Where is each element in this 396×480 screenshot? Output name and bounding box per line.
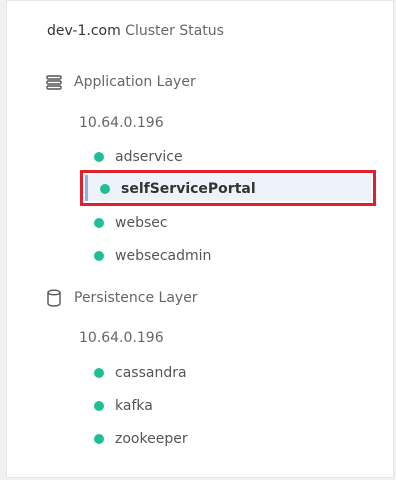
service-item-websec[interactable]: websec [94, 213, 168, 233]
layer-label: Persistence Layer [74, 290, 198, 306]
status-dot [94, 401, 104, 411]
service-name: adservice [115, 149, 183, 165]
host-ip: 10.64.0.196 [79, 330, 164, 346]
status-dot [94, 152, 104, 162]
service-name: cassandra [115, 365, 187, 381]
stack-icon [45, 73, 63, 91]
service-item-kafka[interactable]: kafka [94, 396, 153, 416]
host-ip: 10.64.0.196 [79, 115, 164, 131]
layer-persistence[interactable]: Persistence Layer [45, 288, 198, 308]
status-dot [94, 251, 104, 261]
service-item-zookeeper[interactable]: zookeeper [94, 429, 188, 449]
service-name: selfServicePortal [121, 181, 256, 197]
service-item-selfserviceportal[interactable]: selfServicePortal [100, 179, 256, 199]
service-item-websecadmin[interactable]: websecadmin [94, 246, 211, 266]
status-dot [100, 184, 110, 194]
service-name: websecadmin [115, 248, 212, 264]
cluster-header: dev-1.com Cluster Status [47, 23, 224, 39]
selected-service-highlight[interactable]: selfServicePortal [80, 170, 376, 206]
database-icon [45, 289, 63, 307]
status-dot [94, 434, 104, 444]
layer-application[interactable]: Application Layer [45, 72, 196, 92]
service-item-adservice[interactable]: adservice [94, 147, 183, 167]
layer-label: Application Layer [74, 74, 196, 90]
status-dot [94, 218, 104, 228]
service-item-cassandra[interactable]: cassandra [94, 363, 187, 383]
cluster-host: dev-1.com [47, 23, 121, 39]
service-name: websec [115, 215, 168, 231]
cluster-status-panel: dev-1.com Cluster Status Application Lay… [6, 0, 394, 478]
cluster-subtitle: Cluster Status [125, 23, 224, 39]
service-name: zookeeper [115, 431, 188, 447]
service-name: kafka [115, 398, 153, 414]
status-dot [94, 368, 104, 378]
